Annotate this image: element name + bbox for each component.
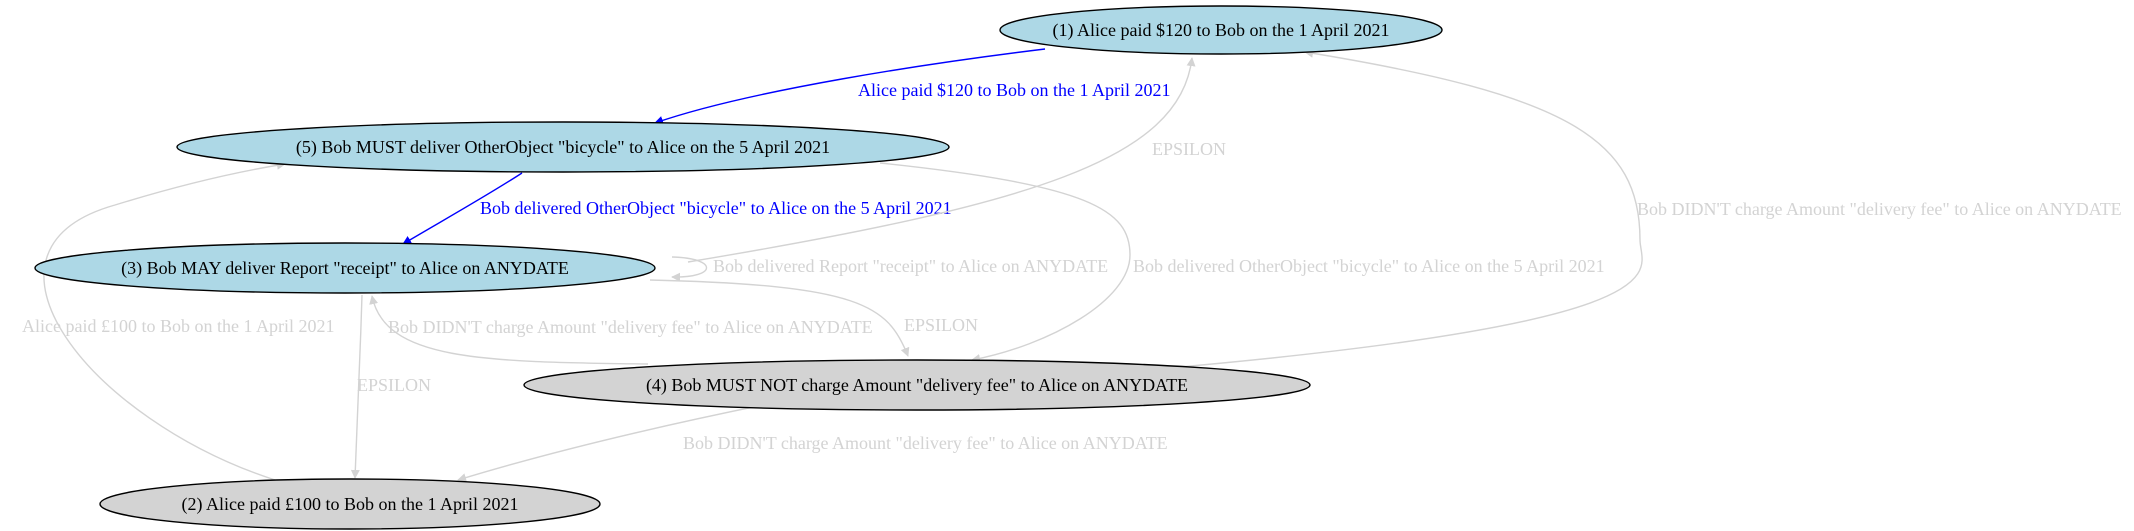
edge-4-to-3: Bob DIDN'T charge Amount "delivery fee" … xyxy=(369,295,873,365)
edge-4-to-1-label: Bob DIDN'T charge Amount "delivery fee" … xyxy=(1637,199,2122,219)
state-diagram: Alice paid $120 to Bob on the 1 April 20… xyxy=(22,5,2122,530)
edge-1-to-5: Alice paid $120 to Bob on the 1 April 20… xyxy=(654,48,1170,125)
node-5[interactable]: (5) Bob MUST deliver OtherObject "bicycl… xyxy=(176,121,950,173)
edge-4-to-2-label: Bob DIDN'T charge Amount "delivery fee" … xyxy=(683,433,1168,453)
node-1[interactable]: (1) Alice paid $120 to Bob on the 1 Apri… xyxy=(999,5,1443,55)
edge-3-self-loop: Bob delivered Report "receipt" to Alice … xyxy=(671,256,1108,282)
edge-3-to-4-label: EPSILON xyxy=(904,315,978,335)
edge-5-to-3-label: Bob delivered OtherObject "bicycle" to A… xyxy=(480,198,952,218)
node-2[interactable]: (2) Alice paid £100 to Bob on the 1 Apri… xyxy=(99,478,601,530)
edge-4-to-2: Bob DIDN'T charge Amount "delivery fee" … xyxy=(457,403,1168,482)
node-4-label: (4) Bob MUST NOT charge Amount "delivery… xyxy=(646,375,1188,396)
edge-5-to-4-label: Bob delivered OtherObject "bicycle" to A… xyxy=(1133,256,1605,276)
edge-5-to-3: Bob delivered OtherObject "bicycle" to A… xyxy=(402,172,952,245)
edge-3-to-1-label: EPSILON xyxy=(1152,139,1226,159)
edge-2-to-5-label: Alice paid £100 to Bob on the 1 April 20… xyxy=(22,316,334,336)
edge-4-to-1: Bob DIDN'T charge Amount "delivery fee" … xyxy=(1179,48,2122,368)
node-3-label: (3) Bob MAY deliver Report "receipt" to … xyxy=(121,258,569,279)
node-5-label: (5) Bob MUST deliver OtherObject "bicycl… xyxy=(296,137,830,158)
edge-3-to-2-label: EPSILON xyxy=(357,375,431,395)
edge-3-self-loop-label: Bob delivered Report "receipt" to Alice … xyxy=(713,256,1108,276)
edge-1-to-5-label: Alice paid $120 to Bob on the 1 April 20… xyxy=(858,80,1170,100)
edge-2-to-5: Alice paid £100 to Bob on the 1 April 20… xyxy=(22,160,334,481)
node-1-label: (1) Alice paid $120 to Bob on the 1 Apri… xyxy=(1053,20,1390,41)
node-4[interactable]: (4) Bob MUST NOT charge Amount "delivery… xyxy=(523,359,1311,411)
edge-4-to-3-label: Bob DIDN'T charge Amount "delivery fee" … xyxy=(388,317,873,337)
edge-4-to-1-line xyxy=(1179,48,1643,368)
node-2-label: (2) Alice paid £100 to Bob on the 1 Apri… xyxy=(182,494,519,515)
node-3[interactable]: (3) Bob MAY deliver Report "receipt" to … xyxy=(34,242,656,294)
